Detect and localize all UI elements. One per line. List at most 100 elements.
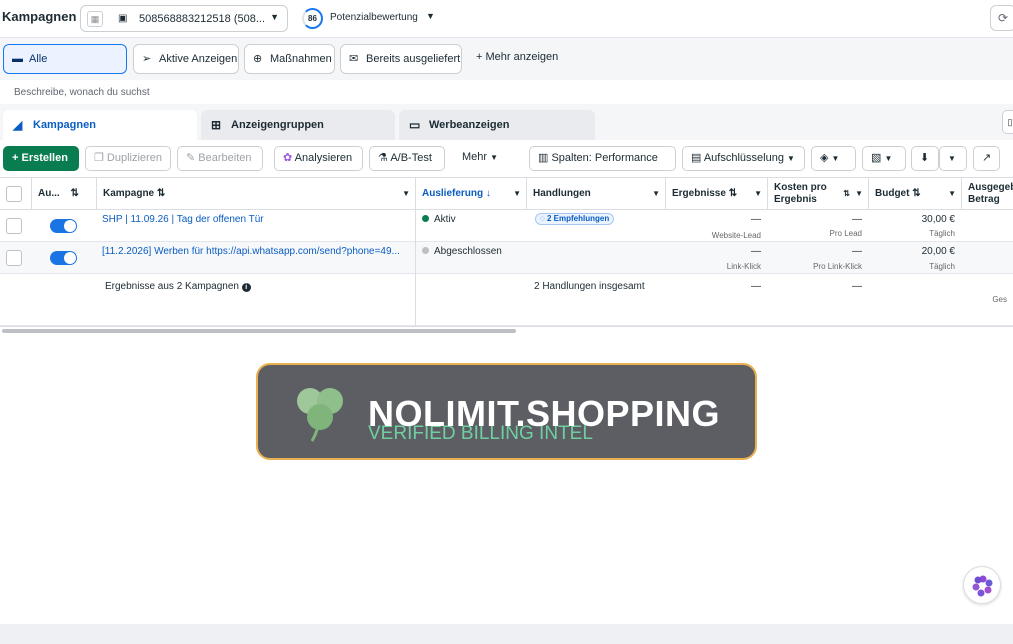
header-spent[interactable]: Ausgegebener Betrag	[962, 178, 1013, 210]
send-icon: ➢	[142, 53, 152, 65]
chevron-down-icon: ▼	[513, 189, 521, 198]
summary-text: Ergebnisse aus 2 Kampagnen	[105, 281, 239, 292]
filter-delivered[interactable]: ✉ Bereits ausgeliefert	[340, 44, 462, 74]
header-campaign[interactable]: Kampagne ⇅ ▼	[97, 178, 416, 210]
table-row[interactable]: SHP | 11.09.26 | Tag der offenen Tür Akt…	[0, 210, 1013, 242]
header-cost-per-result[interactable]: Kosten pro Ergebnis ⇅ ▼	[768, 178, 869, 210]
layers-button[interactable]: ◈ ▼	[811, 146, 856, 171]
breakdown-button[interactable]: ▤ Aufschlüsselung ▼	[682, 146, 805, 171]
chevron-down-icon: ▼	[490, 153, 499, 162]
row-checkbox[interactable]	[6, 218, 22, 234]
select-all-cell	[0, 178, 32, 210]
grid-icon: ⊞	[211, 118, 222, 132]
chart-button[interactable]: ↗	[973, 146, 1000, 171]
export-button[interactable]: ⬇	[911, 146, 939, 171]
select-all-checkbox[interactable]	[6, 186, 22, 202]
header-label: Au...	[38, 188, 60, 199]
export-menu-button[interactable]: ▼	[939, 146, 967, 171]
sort-icon: ⇅	[70, 188, 79, 199]
chevron-down-icon: ▼	[855, 189, 863, 198]
more-button[interactable]: Mehr ▼	[454, 146, 514, 171]
results-value: —	[751, 246, 761, 257]
cost-value: —	[852, 246, 862, 257]
chevron-down-icon: ▼	[831, 154, 840, 163]
duplicate-icon: ❐	[94, 152, 107, 164]
report-icon: ▧	[871, 152, 882, 164]
chevron-down-icon: ▼	[948, 189, 956, 198]
sort-desc-icon: ↓	[485, 188, 491, 199]
recommendations-label: 2 Empfehlungen	[546, 214, 610, 223]
chart-icon: ↗	[982, 152, 992, 164]
flask-icon: ⚗	[378, 152, 391, 164]
columns-label: Spalten: Performance	[551, 152, 658, 164]
campaign-toggle[interactable]	[50, 251, 77, 265]
folder-icon: ▬	[12, 53, 23, 65]
filter-active-ads[interactable]: ➢ Aktive Anzeigen	[133, 44, 239, 74]
top-bar: Kampagnen ▦ ▣ 508568883212518 (508... ▼ …	[0, 0, 1013, 38]
duplicate-button[interactable]: ❐ Duplizieren	[85, 146, 171, 171]
delivery-status: Abgeschlossen	[422, 246, 502, 257]
sort-icon: ⇅	[843, 189, 850, 198]
header-label: Auslieferung	[422, 188, 484, 199]
campaign-name-link[interactable]: [11.2.2026] Werben für https://api.whats…	[102, 246, 408, 257]
header-label: Ausgegebener Betrag	[968, 182, 1013, 205]
account-selector[interactable]: ▦ ▣ 508568883212518 (508... ▼	[80, 5, 288, 32]
chevron-down-icon: ▼	[652, 189, 660, 198]
header-delivery[interactable]: Auslieferung ↓ ▼	[416, 178, 527, 210]
budget-period: Täglich	[929, 229, 955, 238]
analyze-button[interactable]: ✿ Analysieren	[274, 146, 363, 171]
scroll-track	[0, 326, 1013, 327]
header-actions[interactable]: Handlungen ▼	[527, 178, 666, 210]
search-input[interactable]	[0, 80, 1013, 104]
ad-icon: ▭	[409, 118, 421, 132]
tab-campaigns[interactable]: ◢ Kampagnen	[3, 110, 197, 140]
column-divider	[415, 210, 416, 326]
opportunity-score[interactable]: 86	[302, 8, 323, 29]
horizontal-scrollbar[interactable]	[2, 329, 516, 333]
results-value: —	[751, 214, 761, 225]
ab-test-button[interactable]: ⚗ A/B-Test	[369, 146, 445, 171]
filter-actions[interactable]: ⊕ Maßnahmen	[244, 44, 335, 74]
recommendations-badge[interactable]: ◌ 2 Empfehlungen	[535, 213, 615, 225]
tab-ads[interactable]: ▭ Werbeanzeigen	[399, 110, 595, 140]
quick-filters: ▬ Alle Werbeanzeigen ➢ Aktive Anzeigen ⊕…	[0, 40, 1013, 93]
header-budget[interactable]: Budget ⇅ ▼	[869, 178, 962, 210]
row-checkbox[interactable]	[6, 250, 22, 266]
create-button[interactable]: + Erstellen	[3, 146, 79, 171]
chevron-down-icon: ▼	[270, 12, 279, 22]
reports-button[interactable]: ▧ ▼	[862, 146, 906, 171]
campaign-name-link[interactable]: SHP | 11.09.26 | Tag der offenen Tür	[102, 214, 408, 225]
campaign-toggle[interactable]	[50, 219, 77, 233]
clover-logo-icon	[297, 388, 343, 442]
opportunity-score-label[interactable]: Potenzialbewertung	[330, 12, 418, 23]
cost-type: Pro Lead	[829, 229, 862, 238]
header-label: Kosten pro Ergebnis	[774, 182, 827, 205]
table-row[interactable]: [11.2.2026] Werben für https://api.whats…	[0, 242, 1013, 274]
more-filters-button[interactable]: + Mehr anzeigen	[476, 51, 558, 63]
side-panel-icon[interactable]: ▯	[1002, 110, 1013, 134]
edit-button[interactable]: ✎ Bearbeiten	[177, 146, 263, 171]
filter-all-ads[interactable]: ▬ Alle Werbeanzeigen	[3, 44, 127, 93]
more-label: Mehr	[462, 151, 488, 163]
sort-icon: ⇅	[912, 188, 921, 199]
header-results[interactable]: Ergebnisse ⇅ ▼	[666, 178, 768, 210]
refresh-icon[interactable]: ⟳	[990, 5, 1013, 31]
info-icon[interactable]: i	[241, 283, 251, 292]
filter-label: Aktive Anzeigen	[159, 53, 238, 65]
budget-period: Täglich	[929, 262, 955, 271]
sort-icon: ⇅	[728, 188, 738, 199]
chevron-down-icon: ▼	[754, 189, 762, 198]
summary-results: —	[751, 281, 761, 292]
filter-label: Bereits ausgeliefert	[366, 53, 461, 65]
tab-label: Anzeigengruppen	[231, 119, 324, 131]
chevron-down-icon: ▼	[884, 154, 893, 163]
account-id: 508568883212518 (508...	[139, 13, 266, 25]
header-label: Kampagne	[103, 188, 155, 199]
ai-assistant-button[interactable]	[963, 566, 1001, 604]
search-bar	[0, 80, 1013, 104]
footer-bar	[0, 624, 1013, 644]
columns-button[interactable]: ▥ Spalten: Performance ▼	[529, 146, 676, 186]
header-on-off[interactable]: Au... ⇅	[32, 178, 97, 210]
chevron-down-icon[interactable]: ▼	[426, 11, 435, 21]
tab-adsets[interactable]: ⊞ Anzeigengruppen	[201, 110, 395, 140]
